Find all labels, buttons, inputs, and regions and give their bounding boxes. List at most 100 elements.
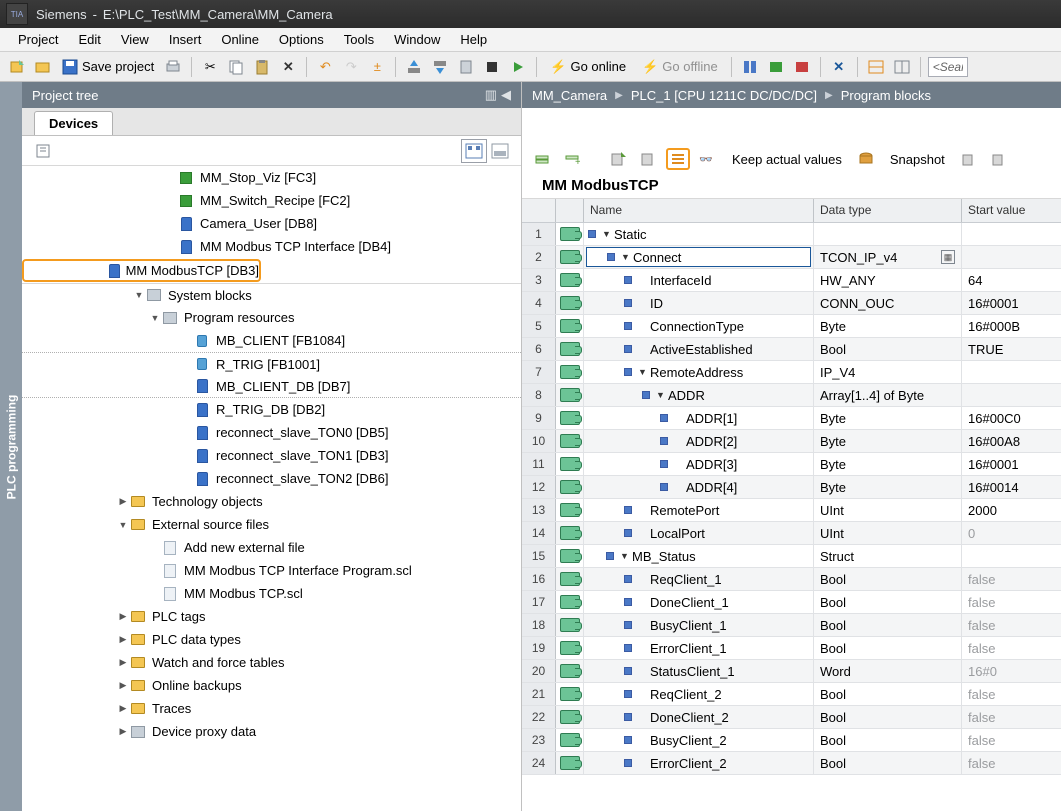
cell-start-value[interactable]: false	[962, 591, 1061, 613]
tree-row[interactable]: MM ModbusTCP [DB3]	[22, 259, 261, 282]
expander-icon[interactable]: ▶	[116, 496, 130, 507]
load-start-values-icon[interactable]	[606, 148, 630, 170]
columns-icon[interactable]: ▥	[485, 87, 497, 103]
add-row-icon[interactable]: +	[560, 148, 584, 170]
cell-start-value[interactable]: 16#0014	[962, 476, 1061, 498]
device-view-icon[interactable]	[487, 139, 513, 163]
cell-start-value[interactable]	[962, 545, 1061, 567]
col-start[interactable]: Start value	[962, 199, 1061, 222]
cell-start-value[interactable]: 16#0001	[962, 453, 1061, 475]
table-row[interactable]: 8▼ADDRArray[1..4] of Byte	[522, 384, 1061, 407]
table-row[interactable]: 14LocalPortUInt0	[522, 522, 1061, 545]
expander-icon[interactable]: ▶	[116, 611, 130, 622]
cell-name[interactable]: ConnectionType	[584, 315, 814, 337]
download-icon[interactable]	[403, 56, 425, 78]
cell-name[interactable]: BusyClient_1	[584, 614, 814, 636]
cell-start-value[interactable]: 2000	[962, 499, 1061, 521]
copy-icon[interactable]	[225, 56, 247, 78]
table-row[interactable]: 15▼MB_StatusStruct	[522, 545, 1061, 568]
chevron-icon[interactable]: ▼	[620, 551, 630, 561]
chevron-icon[interactable]: ▼	[602, 229, 612, 239]
cell-start-value[interactable]: 16#0001	[962, 292, 1061, 314]
cell-name[interactable]: StatusClient_1	[584, 660, 814, 682]
tree-row[interactable]: ▶PLC data types	[22, 628, 521, 651]
monitor-icon[interactable]: 👓	[696, 148, 720, 170]
table-row[interactable]: 3InterfaceIdHW_ANY64	[522, 269, 1061, 292]
expander-icon[interactable]: ▶	[116, 680, 130, 691]
cell-name[interactable]: ADDR[4]	[584, 476, 814, 498]
cell-start-value[interactable]: false	[962, 568, 1061, 590]
cell-type[interactable]: IP_V4	[814, 361, 962, 383]
cell-name[interactable]: ▼Static	[584, 223, 814, 245]
cell-type[interactable]: Bool	[814, 729, 962, 751]
cell-start-value[interactable]: false	[962, 729, 1061, 751]
simulate-icon[interactable]	[481, 56, 503, 78]
keep-actual-values-button[interactable]: Keep actual values	[726, 152, 848, 167]
load-snapshot-icon[interactable]	[987, 148, 1011, 170]
menu-project[interactable]: Project	[8, 32, 68, 47]
cell-start-value[interactable]: 0	[962, 522, 1061, 544]
collapse-icon[interactable]: ◀	[501, 87, 511, 103]
accessible-devices-icon[interactable]	[739, 56, 761, 78]
menu-help[interactable]: Help	[450, 32, 497, 47]
tree-row[interactable]: MM Modbus TCP Interface [DB4]	[22, 235, 521, 258]
cell-name[interactable]: ReqClient_1	[584, 568, 814, 590]
cell-start-value[interactable]	[962, 223, 1061, 245]
expander-icon[interactable]: ▼	[132, 290, 146, 300]
table-row[interactable]: 11ADDR[3]Byte16#0001	[522, 453, 1061, 476]
upload-icon[interactable]	[429, 56, 451, 78]
snapshot-button[interactable]: Snapshot	[884, 152, 951, 167]
network-view-icon[interactable]	[461, 139, 487, 163]
breadcrumb-2[interactable]: Program blocks	[841, 88, 931, 103]
tree-row[interactable]: MM Modbus TCP Interface Program.scl	[22, 559, 521, 582]
cell-name[interactable]: ReqClient_2	[584, 683, 814, 705]
cut-icon[interactable]: ✂	[199, 56, 221, 78]
expander-icon[interactable]: ▶	[116, 634, 130, 645]
table-row[interactable]: 17DoneClient_1Boolfalse	[522, 591, 1061, 614]
compile-icon[interactable]	[455, 56, 477, 78]
split-v-icon[interactable]	[891, 56, 913, 78]
split-h-icon[interactable]	[865, 56, 887, 78]
cell-name[interactable]: ActiveEstablished	[584, 338, 814, 360]
new-project-icon[interactable]	[6, 56, 28, 78]
cell-type[interactable]: Bool	[814, 614, 962, 636]
cell-name[interactable]: BusyClient_2	[584, 729, 814, 751]
table-row[interactable]: 5ConnectionTypeByte16#000B	[522, 315, 1061, 338]
cell-start-value[interactable]: false	[962, 706, 1061, 728]
table-row[interactable]: 10ADDR[2]Byte16#00A8	[522, 430, 1061, 453]
menu-window[interactable]: Window	[384, 32, 450, 47]
menu-options[interactable]: Options	[269, 32, 334, 47]
tree-row[interactable]: ▶Device proxy data	[22, 720, 521, 743]
tree-row[interactable]: MB_CLIENT [FB1084]	[22, 329, 521, 352]
tree-settings-icon[interactable]	[30, 139, 56, 163]
cell-name[interactable]: ADDR[2]	[584, 430, 814, 452]
cell-type[interactable]: Bool	[814, 706, 962, 728]
tree-row[interactable]: ▶PLC tags	[22, 605, 521, 628]
cell-name[interactable]: ▼RemoteAddress	[584, 361, 814, 383]
cell-name[interactable]: LocalPort	[584, 522, 814, 544]
table-row[interactable]: 20StatusClient_1Word16#0	[522, 660, 1061, 683]
cell-type[interactable]: Bool	[814, 683, 962, 705]
menu-edit[interactable]: Edit	[68, 32, 110, 47]
tree-row[interactable]: MM Modbus TCP.scl	[22, 582, 521, 605]
expander-icon[interactable]: ▶	[116, 726, 130, 737]
cell-name[interactable]: RemotePort	[584, 499, 814, 521]
tree-row[interactable]: reconnect_slave_TON2 [DB6]	[22, 467, 521, 490]
cell-type[interactable]: Bool	[814, 752, 962, 774]
cell-name[interactable]: DoneClient_1	[584, 591, 814, 613]
cell-start-value[interactable]: 16#000B	[962, 315, 1061, 337]
table-row[interactable]: 19ErrorClient_1Boolfalse	[522, 637, 1061, 660]
undo-icon[interactable]: ↶	[314, 56, 336, 78]
reinitialize-icon[interactable]	[636, 148, 660, 170]
stop-cpu-icon[interactable]	[791, 56, 813, 78]
cell-type[interactable]: CONN_OUC	[814, 292, 962, 314]
start-cpu-icon[interactable]	[765, 56, 787, 78]
cell-type[interactable]: Byte	[814, 453, 962, 475]
cell-name[interactable]: InterfaceId	[584, 269, 814, 291]
chevron-icon[interactable]: ▼	[621, 252, 631, 262]
breadcrumb-0[interactable]: MM_Camera	[532, 88, 607, 103]
cell-type[interactable]: Byte	[814, 476, 962, 498]
tree-row[interactable]: ▶Traces	[22, 697, 521, 720]
table-row[interactable]: 21ReqClient_2Boolfalse	[522, 683, 1061, 706]
tree-row[interactable]: ▼System blocks	[22, 283, 521, 306]
